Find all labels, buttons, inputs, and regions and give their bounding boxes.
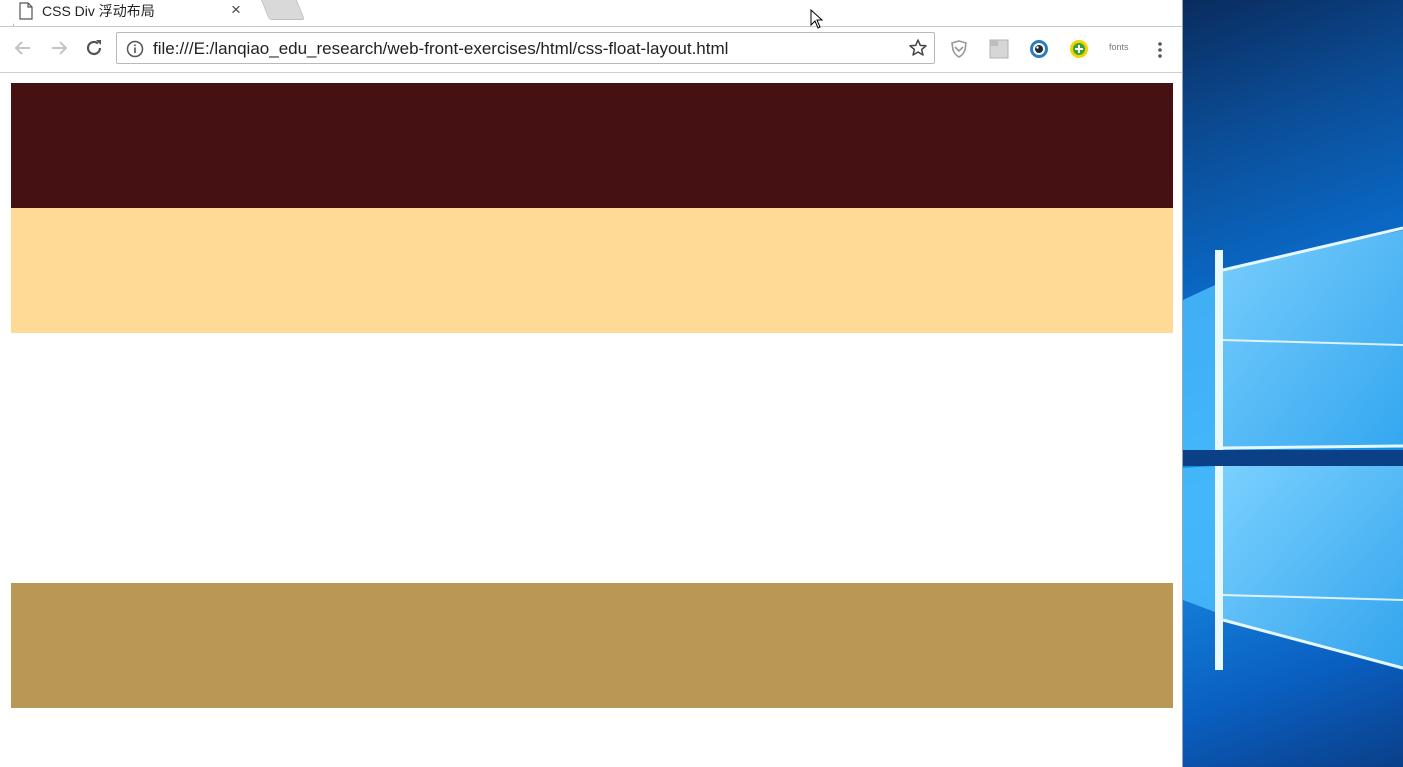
page-icon bbox=[19, 2, 33, 25]
new-tab-button[interactable] bbox=[260, 0, 306, 20]
desktop-wallpaper bbox=[1183, 0, 1403, 767]
eye-extension-icon[interactable] bbox=[1029, 39, 1049, 59]
tan-block bbox=[11, 583, 1173, 708]
toolbar: file:///E:/lanqiao_edu_research/web-fron… bbox=[0, 27, 1182, 73]
plus-extension-icon[interactable] bbox=[1069, 39, 1089, 59]
star-icon[interactable] bbox=[908, 38, 928, 63]
tab-strip: CSS Div 浮动布局 × bbox=[0, 0, 1182, 27]
browser-window: CSS Div 浮动布局 × file:///E:/lanqiao_edu_re… bbox=[0, 0, 1183, 767]
windows-logo-wallpaper bbox=[1183, 226, 1403, 670]
reload-icon[interactable] bbox=[83, 37, 105, 59]
url-text[interactable]: file:///E:/lanqiao_edu_research/web-fron… bbox=[153, 39, 728, 59]
tab-title: CSS Div 浮动布局 bbox=[42, 3, 155, 19]
shield-icon[interactable] bbox=[949, 39, 969, 59]
forward-arrow-icon[interactable] bbox=[48, 37, 70, 59]
mouse-cursor-icon bbox=[810, 8, 824, 34]
es-extension-icon[interactable] bbox=[989, 39, 1009, 59]
menu-icon[interactable] bbox=[1154, 41, 1166, 64]
dark-maroon-block bbox=[11, 83, 1173, 208]
info-icon[interactable] bbox=[126, 40, 144, 63]
address-bar[interactable]: file:///E:/lanqiao_edu_research/web-fron… bbox=[116, 32, 935, 64]
tab-close-icon[interactable]: × bbox=[228, 0, 244, 20]
peach-block bbox=[11, 208, 1173, 333]
fonts-extension-icon[interactable]: fonts bbox=[1109, 42, 1129, 52]
back-arrow-icon[interactable] bbox=[12, 37, 34, 59]
page-viewport bbox=[0, 73, 1182, 767]
